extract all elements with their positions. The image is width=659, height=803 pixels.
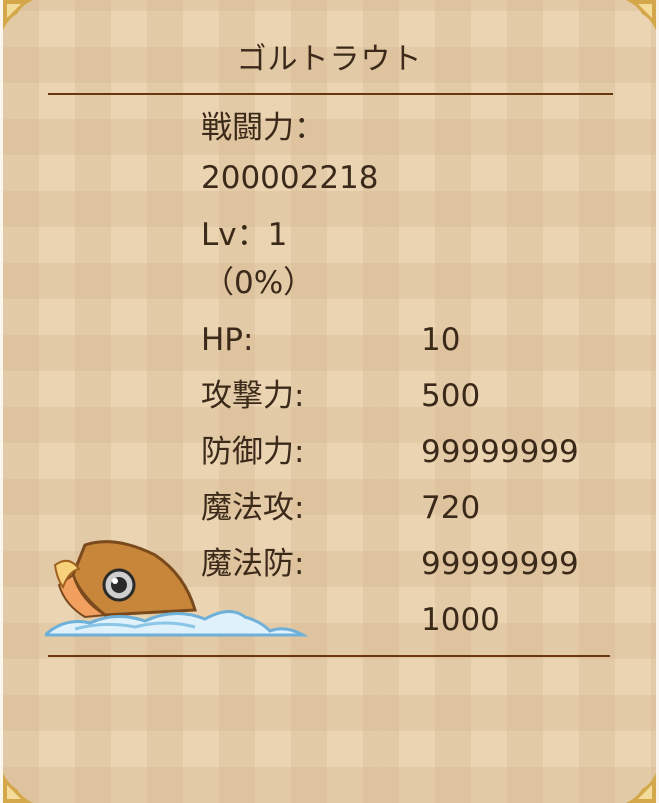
divider-top: [48, 93, 613, 95]
stat-value-magic-attack: 720: [421, 490, 481, 526]
stat-value-hp: 10: [421, 322, 461, 358]
stat-value-attack: 500: [421, 378, 481, 414]
exp-percent: （0%）: [203, 265, 315, 301]
stat-label-hp: HP:: [201, 322, 254, 358]
level-label: Lv：1: [201, 217, 288, 253]
stat-value-defense: 99999999: [421, 434, 579, 470]
golden-trout-sprite-icon: [45, 535, 310, 640]
stat-label-magic-attack: 魔法攻:: [201, 490, 305, 526]
corner-ornament-icon: [612, 759, 656, 803]
monster-name: ゴルトラウト: [236, 42, 423, 77]
stat-value-speed: 1000: [421, 602, 500, 638]
corner-ornament-icon: [3, 759, 47, 803]
power-value: 200002218: [201, 160, 379, 196]
power-label: 戦闘力：: [201, 110, 325, 146]
monster-status-panel: ゴルトラウト 戦闘力： 200002218 Lv：1 （0%） HP: 10 攻…: [0, 0, 659, 803]
stat-label-attack: 攻撃力:: [201, 378, 305, 414]
stat-value-magic-defense: 99999999: [421, 546, 579, 582]
divider-bottom: [48, 655, 610, 657]
stat-label-defense: 防御力:: [201, 434, 305, 470]
